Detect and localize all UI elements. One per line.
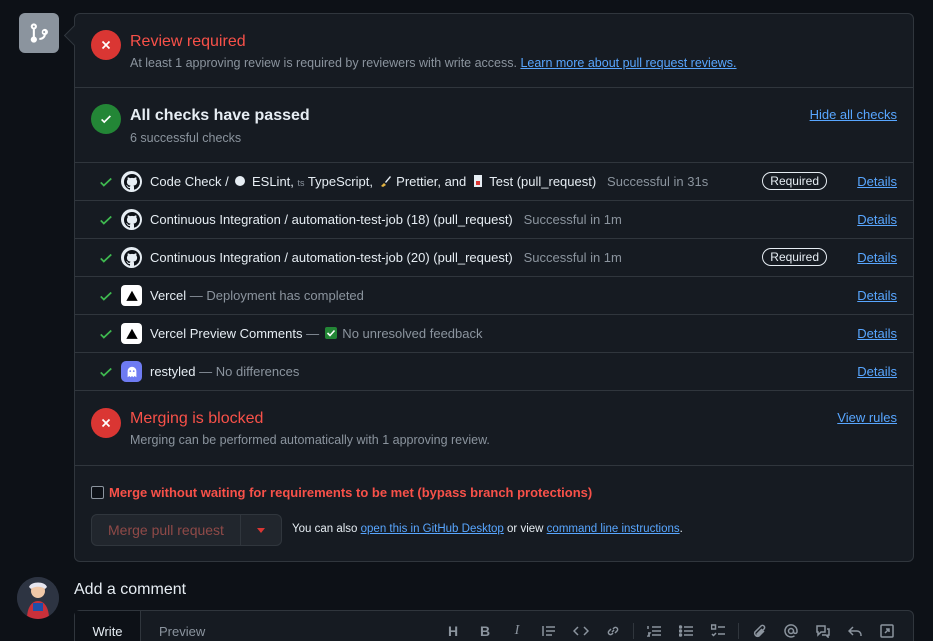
review-section: Review required At least 1 approving rev… bbox=[75, 14, 913, 88]
details-link[interactable]: Details bbox=[857, 364, 897, 379]
merge-dropdown-button[interactable] bbox=[241, 515, 281, 545]
code-icon[interactable] bbox=[565, 621, 597, 641]
bold-icon[interactable]: B bbox=[469, 621, 501, 641]
check-row: restyled — No differences Details bbox=[75, 353, 913, 391]
ts-icon: ts bbox=[297, 178, 305, 188]
undo-icon[interactable] bbox=[839, 621, 871, 641]
vercel-icon bbox=[121, 323, 142, 344]
fullscreen-icon[interactable] bbox=[871, 621, 903, 641]
bypass-option[interactable]: Merge without waiting for requirements t… bbox=[91, 485, 592, 500]
review-subtitle: At least 1 approving review is required … bbox=[130, 56, 737, 70]
toolbar-divider bbox=[738, 623, 739, 639]
tab-preview[interactable]: Preview bbox=[159, 624, 205, 639]
checks-summary: All checks have passed 6 successful chec… bbox=[75, 88, 913, 163]
tab-write[interactable]: Write bbox=[75, 611, 141, 641]
details-link[interactable]: Details bbox=[857, 250, 897, 265]
bypass-label: Merge without waiting for requirements t… bbox=[109, 485, 593, 500]
github-icon bbox=[121, 209, 142, 230]
merging-subtitle: Merging can be performed automatically w… bbox=[130, 433, 490, 447]
check-row: Code Check / ESLint, ts TypeScript, Pret… bbox=[75, 163, 913, 201]
checks-title: All checks have passed bbox=[130, 107, 310, 124]
hide-checks-link[interactable]: Hide all checks bbox=[810, 107, 897, 122]
avatar[interactable] bbox=[17, 577, 59, 619]
required-badge: Required bbox=[762, 172, 827, 190]
alternative-actions: You can also open this in GitHub Desktop… bbox=[292, 523, 683, 535]
check-box-icon bbox=[324, 327, 337, 339]
github-icon bbox=[121, 247, 142, 268]
command-line-link[interactable]: command line instructions bbox=[547, 523, 680, 535]
check-name: Vercel — Deployment has completed bbox=[150, 288, 364, 303]
checks-subtitle: 6 successful checks bbox=[130, 131, 242, 145]
merge-box: Review required At least 1 approving rev… bbox=[74, 13, 914, 562]
details-link[interactable]: Details bbox=[857, 212, 897, 227]
learn-more-link[interactable]: Learn more about pull request reviews. bbox=[520, 56, 736, 70]
details-link[interactable]: Details bbox=[857, 288, 897, 303]
caret-down-icon bbox=[256, 527, 265, 533]
check-row: Vercel — Deployment has completed Detail… bbox=[75, 277, 913, 315]
restyled-icon bbox=[121, 361, 142, 382]
check-icon bbox=[100, 367, 112, 377]
check-name: Continuous Integration / automation-test… bbox=[150, 250, 622, 265]
check-icon bbox=[100, 215, 112, 225]
check-icon bbox=[100, 291, 112, 301]
github-icon bbox=[121, 171, 142, 192]
check-icon bbox=[100, 177, 112, 187]
details-link[interactable]: Details bbox=[857, 174, 897, 189]
required-badge: Required bbox=[762, 248, 827, 266]
attach-icon[interactable] bbox=[743, 621, 775, 641]
view-rules-link[interactable]: View rules bbox=[837, 410, 897, 425]
comment-editor: Write Preview H B I bbox=[74, 610, 914, 641]
unordered-list-icon[interactable] bbox=[670, 621, 702, 641]
x-circle-icon bbox=[91, 408, 121, 438]
check-name: restyled — No differences bbox=[150, 364, 300, 379]
details-link[interactable]: Details bbox=[857, 326, 897, 341]
italic-icon[interactable]: I bbox=[501, 621, 533, 641]
markdown-toolbar: H B I bbox=[437, 621, 903, 641]
vercel-icon bbox=[121, 285, 142, 306]
task-list-icon[interactable] bbox=[702, 621, 734, 641]
check-name: Code Check / ESLint, ts TypeScript, Pret… bbox=[150, 174, 709, 189]
merge-pull-request-button[interactable]: Merge pull request bbox=[92, 515, 241, 545]
github-desktop-link[interactable]: open this in GitHub Desktop bbox=[361, 523, 504, 535]
heading-icon[interactable]: H bbox=[437, 621, 469, 641]
circle-icon bbox=[235, 176, 246, 186]
review-title: Review required bbox=[130, 33, 246, 50]
test-tube-icon bbox=[473, 175, 482, 187]
merging-title: Merging is blocked bbox=[130, 410, 264, 427]
add-comment-heading: Add a comment bbox=[74, 581, 187, 598]
git-merge-icon bbox=[19, 13, 59, 53]
check-row: Continuous Integration / automation-test… bbox=[75, 239, 913, 277]
x-circle-icon bbox=[91, 30, 121, 60]
brush-icon bbox=[380, 176, 391, 187]
check-circle-icon bbox=[91, 104, 121, 134]
check-row: Vercel Preview Comments — No unresolved … bbox=[75, 315, 913, 353]
reference-icon[interactable] bbox=[807, 621, 839, 641]
check-name: Continuous Integration / automation-test… bbox=[150, 212, 622, 227]
ordered-list-icon[interactable] bbox=[638, 621, 670, 641]
check-icon bbox=[100, 253, 112, 263]
toolbar-divider bbox=[633, 623, 634, 639]
merging-section: Merging is blocked Merging can be perfor… bbox=[75, 391, 913, 466]
bypass-checkbox[interactable] bbox=[91, 486, 104, 499]
check-icon bbox=[100, 329, 112, 339]
quote-icon[interactable] bbox=[533, 621, 565, 641]
merge-button-group: Merge pull request bbox=[91, 514, 282, 546]
mention-icon[interactable] bbox=[775, 621, 807, 641]
link-icon[interactable] bbox=[597, 621, 629, 641]
check-name: Vercel Preview Comments — No unresolved … bbox=[150, 326, 483, 341]
check-row: Continuous Integration / automation-test… bbox=[75, 201, 913, 239]
